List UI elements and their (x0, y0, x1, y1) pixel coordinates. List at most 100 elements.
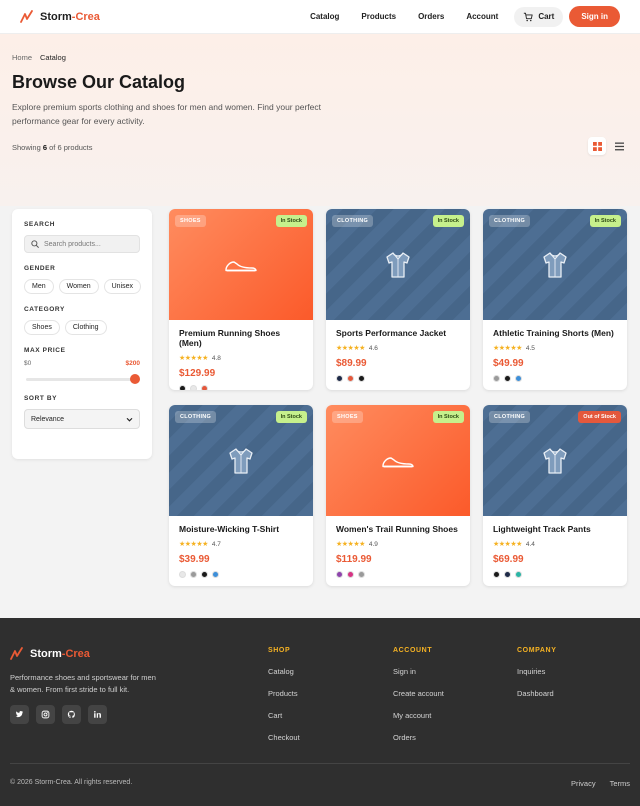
footer-link-orders[interactable]: Orders (393, 733, 444, 742)
product-card[interactable]: SHOES In Stock Premium Running Shoes (Men)… (169, 209, 313, 390)
page-title: Browse Our Catalog (12, 72, 186, 92)
signin-button[interactable]: Sign in (569, 6, 620, 27)
color-swatch[interactable] (179, 385, 186, 390)
price-max: $200 (125, 360, 140, 367)
footer-logo[interactable]: Storm-Crea (10, 647, 90, 661)
stock-badge: In Stock (275, 215, 307, 227)
color-swatch[interactable] (190, 571, 197, 578)
terms-link[interactable]: Terms (610, 779, 630, 788)
product-image[interactable]: CLOTHING In Stock (483, 209, 627, 320)
product-card[interactable]: CLOTHING In Stock Sports Performance Jacke… (326, 209, 470, 390)
footer-link-checkout[interactable]: Checkout (268, 733, 300, 742)
product-name[interactable]: Women's Trail Running Shoes (336, 524, 460, 534)
footer-link-cart[interactable]: Cart (268, 711, 300, 720)
twitter-link[interactable] (10, 705, 29, 724)
footer-divider (10, 763, 630, 764)
color-swatch[interactable] (347, 375, 354, 382)
cart-icon (524, 12, 533, 21)
product-name[interactable]: Lightweight Track Pants (493, 524, 617, 534)
price-slider[interactable] (24, 373, 140, 385)
footer-link-catalog[interactable]: Catalog (268, 667, 300, 676)
sort-value: Relevance (31, 415, 65, 423)
color-swatch[interactable] (190, 385, 197, 390)
color-swatch[interactable] (515, 375, 522, 382)
category-chips: Shoes Clothing (24, 320, 140, 335)
sort-select[interactable]: Relevance (24, 409, 140, 429)
star-rating-icon: ★★★★★ (336, 541, 365, 548)
breadcrumb-current: Catalog (40, 53, 66, 62)
product-name[interactable]: Sports Performance Jacket (336, 328, 460, 338)
chip-women[interactable]: Women (58, 279, 99, 294)
privacy-link[interactable]: Privacy (571, 779, 596, 788)
product-card[interactable]: CLOTHING Out of Stock Lightweight Track Pa… (483, 405, 627, 586)
chip-unisex[interactable]: Unisex (103, 279, 142, 294)
color-swatch[interactable] (358, 571, 365, 578)
price-min: $0 (24, 360, 32, 367)
color-swatch[interactable] (493, 375, 500, 382)
brand-name: Storm-Crea (40, 10, 100, 23)
chip-shoes[interactable]: Shoes (24, 320, 60, 335)
product-name[interactable]: Moisture-Wicking T-Shirt (179, 524, 303, 534)
footer-link-inquiries[interactable]: Inquiries (517, 667, 556, 676)
search-placeholder: Search products... (44, 240, 101, 248)
color-swatch[interactable] (347, 571, 354, 578)
footer-link-my-account[interactable]: My account (393, 711, 444, 720)
nav-catalog[interactable]: Catalog (310, 12, 339, 21)
category-badge: CLOTHING (332, 215, 374, 227)
color-swatch[interactable] (201, 571, 208, 578)
color-swatch[interactable] (212, 571, 219, 578)
footer-link-products[interactable]: Products (268, 689, 300, 698)
category-badge: CLOTHING (489, 215, 531, 227)
breadcrumb: Home Catalog (12, 53, 66, 62)
color-swatch[interactable] (358, 375, 365, 382)
product-card[interactable]: SHOES In Stock Women's Trail Running Shoes… (326, 405, 470, 586)
breadcrumb-home[interactable]: Home (12, 53, 32, 62)
footer-link-create-account[interactable]: Create account (393, 689, 444, 698)
chip-clothing[interactable]: Clothing (64, 320, 107, 335)
github-link[interactable] (62, 705, 81, 724)
color-swatch[interactable] (493, 571, 500, 578)
max-price-label: MAX PRICE (24, 347, 66, 354)
main-nav: Catalog Products Orders Account Cart Sig… (310, 6, 620, 27)
cart-button[interactable]: Cart (514, 6, 564, 27)
footer-link-signin[interactable]: Sign in (393, 667, 444, 676)
linkedin-link[interactable] (88, 705, 107, 724)
rating-value: 4.6 (368, 344, 378, 352)
color-swatches (179, 385, 303, 390)
nav-orders[interactable]: Orders (418, 12, 444, 21)
search-icon (31, 240, 39, 248)
brand-logo[interactable]: Storm-Crea (20, 9, 100, 24)
product-rating: ★★★★★ 4.6 (336, 344, 460, 353)
product-name[interactable]: Athletic Training Shorts (Men) (493, 328, 617, 338)
shirt-icon (543, 251, 567, 278)
color-swatch[interactable] (504, 375, 511, 382)
product-card[interactable]: CLOTHING In Stock Moisture-Wicking T-Shirt… (169, 405, 313, 586)
color-swatch[interactable] (504, 571, 511, 578)
color-swatch[interactable] (336, 375, 343, 382)
nav-account[interactable]: Account (466, 12, 498, 21)
color-swatch[interactable] (336, 571, 343, 578)
product-image[interactable]: SHOES In Stock (169, 209, 313, 320)
color-swatch[interactable] (515, 571, 522, 578)
search-input[interactable]: Search products... (24, 235, 140, 253)
sort-label: SORT BY (24, 395, 58, 402)
product-card[interactable]: CLOTHING In Stock Athletic Training Shorts… (483, 209, 627, 390)
chip-men[interactable]: Men (24, 279, 54, 294)
rating-value: 4.4 (525, 540, 535, 548)
nav-products[interactable]: Products (361, 12, 396, 21)
footer-brand-name: Storm-Crea (30, 648, 90, 660)
product-image[interactable]: CLOTHING In Stock (326, 209, 470, 320)
product-image[interactable]: SHOES In Stock (326, 405, 470, 516)
footer-link-dashboard[interactable]: Dashboard (517, 689, 556, 698)
product-image[interactable]: CLOTHING In Stock (169, 405, 313, 516)
color-swatches (179, 571, 303, 578)
top-header: Storm-Crea Catalog Products Orders Accou… (0, 0, 640, 34)
color-swatch[interactable] (201, 385, 208, 390)
grid-view-button[interactable] (588, 137, 606, 155)
color-swatch[interactable] (179, 571, 186, 578)
list-view-button[interactable] (610, 137, 628, 155)
product-name[interactable]: Premium Running Shoes (Men) (179, 328, 303, 348)
instagram-link[interactable] (36, 705, 55, 724)
product-image[interactable]: CLOTHING Out of Stock (483, 405, 627, 516)
slider-thumb[interactable] (130, 374, 140, 384)
